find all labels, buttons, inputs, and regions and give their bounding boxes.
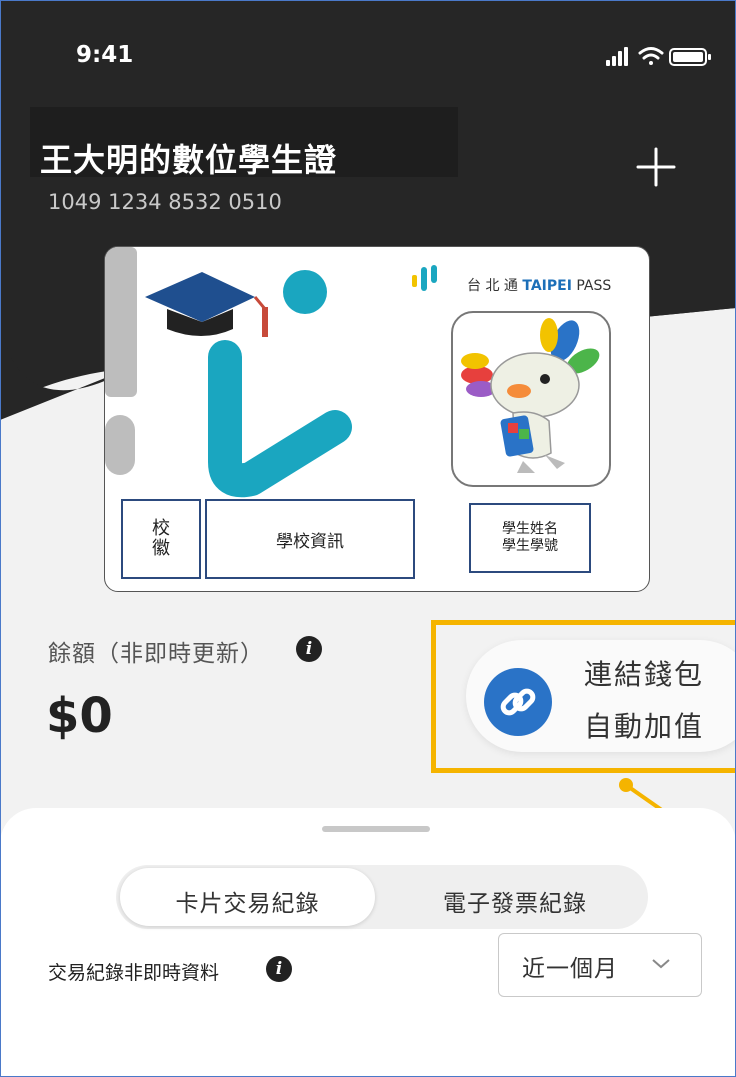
tab-card-transactions-label: 卡片交易紀錄 — [175, 891, 320, 917]
highlight-frame — [431, 620, 736, 773]
student-card[interactable]: 台 北 通 TAIPEI PASS 校徽 學校資訊 學生姓名 學生學號 — [104, 246, 650, 592]
info-icon[interactable]: i — [266, 956, 292, 982]
student-info-box: 學生姓名 學生學號 — [469, 503, 591, 573]
plus-icon — [636, 147, 676, 187]
card-brand: 台 北 通 TAIPEI PASS — [467, 278, 612, 294]
balance-label: 餘額（非即時更新） — [48, 641, 264, 667]
status-time: 9:41 — [76, 42, 134, 68]
period-dropdown-value: 近一個月 — [522, 956, 618, 982]
mascot-icon — [461, 318, 600, 473]
school-info-box: 學校資訊 — [205, 499, 415, 579]
taipei-pass-logo-icon — [412, 265, 437, 291]
page-title: 王大明的數位學生證 — [40, 141, 338, 179]
school-emblem-box: 校徽 — [121, 499, 201, 579]
info-icon[interactable]: i — [296, 636, 322, 662]
battery-icon — [669, 48, 711, 66]
graduation-cap-icon — [145, 272, 268, 337]
balance-value: $0 — [46, 688, 113, 744]
signal-icon — [606, 47, 628, 66]
card-number: 1049 1234 8532 0510 — [48, 190, 282, 214]
sheet-grabber[interactable] — [322, 826, 430, 832]
status-icons — [606, 47, 711, 66]
mascot-frame — [451, 311, 611, 487]
chevron-down-icon — [652, 959, 670, 969]
add-card-button[interactable] — [634, 145, 678, 189]
tab-e-invoice-label: 電子發票紀錄 — [443, 891, 587, 917]
transactions-note: 交易紀錄非即時資料 — [48, 962, 220, 984]
wifi-icon — [638, 47, 664, 65]
